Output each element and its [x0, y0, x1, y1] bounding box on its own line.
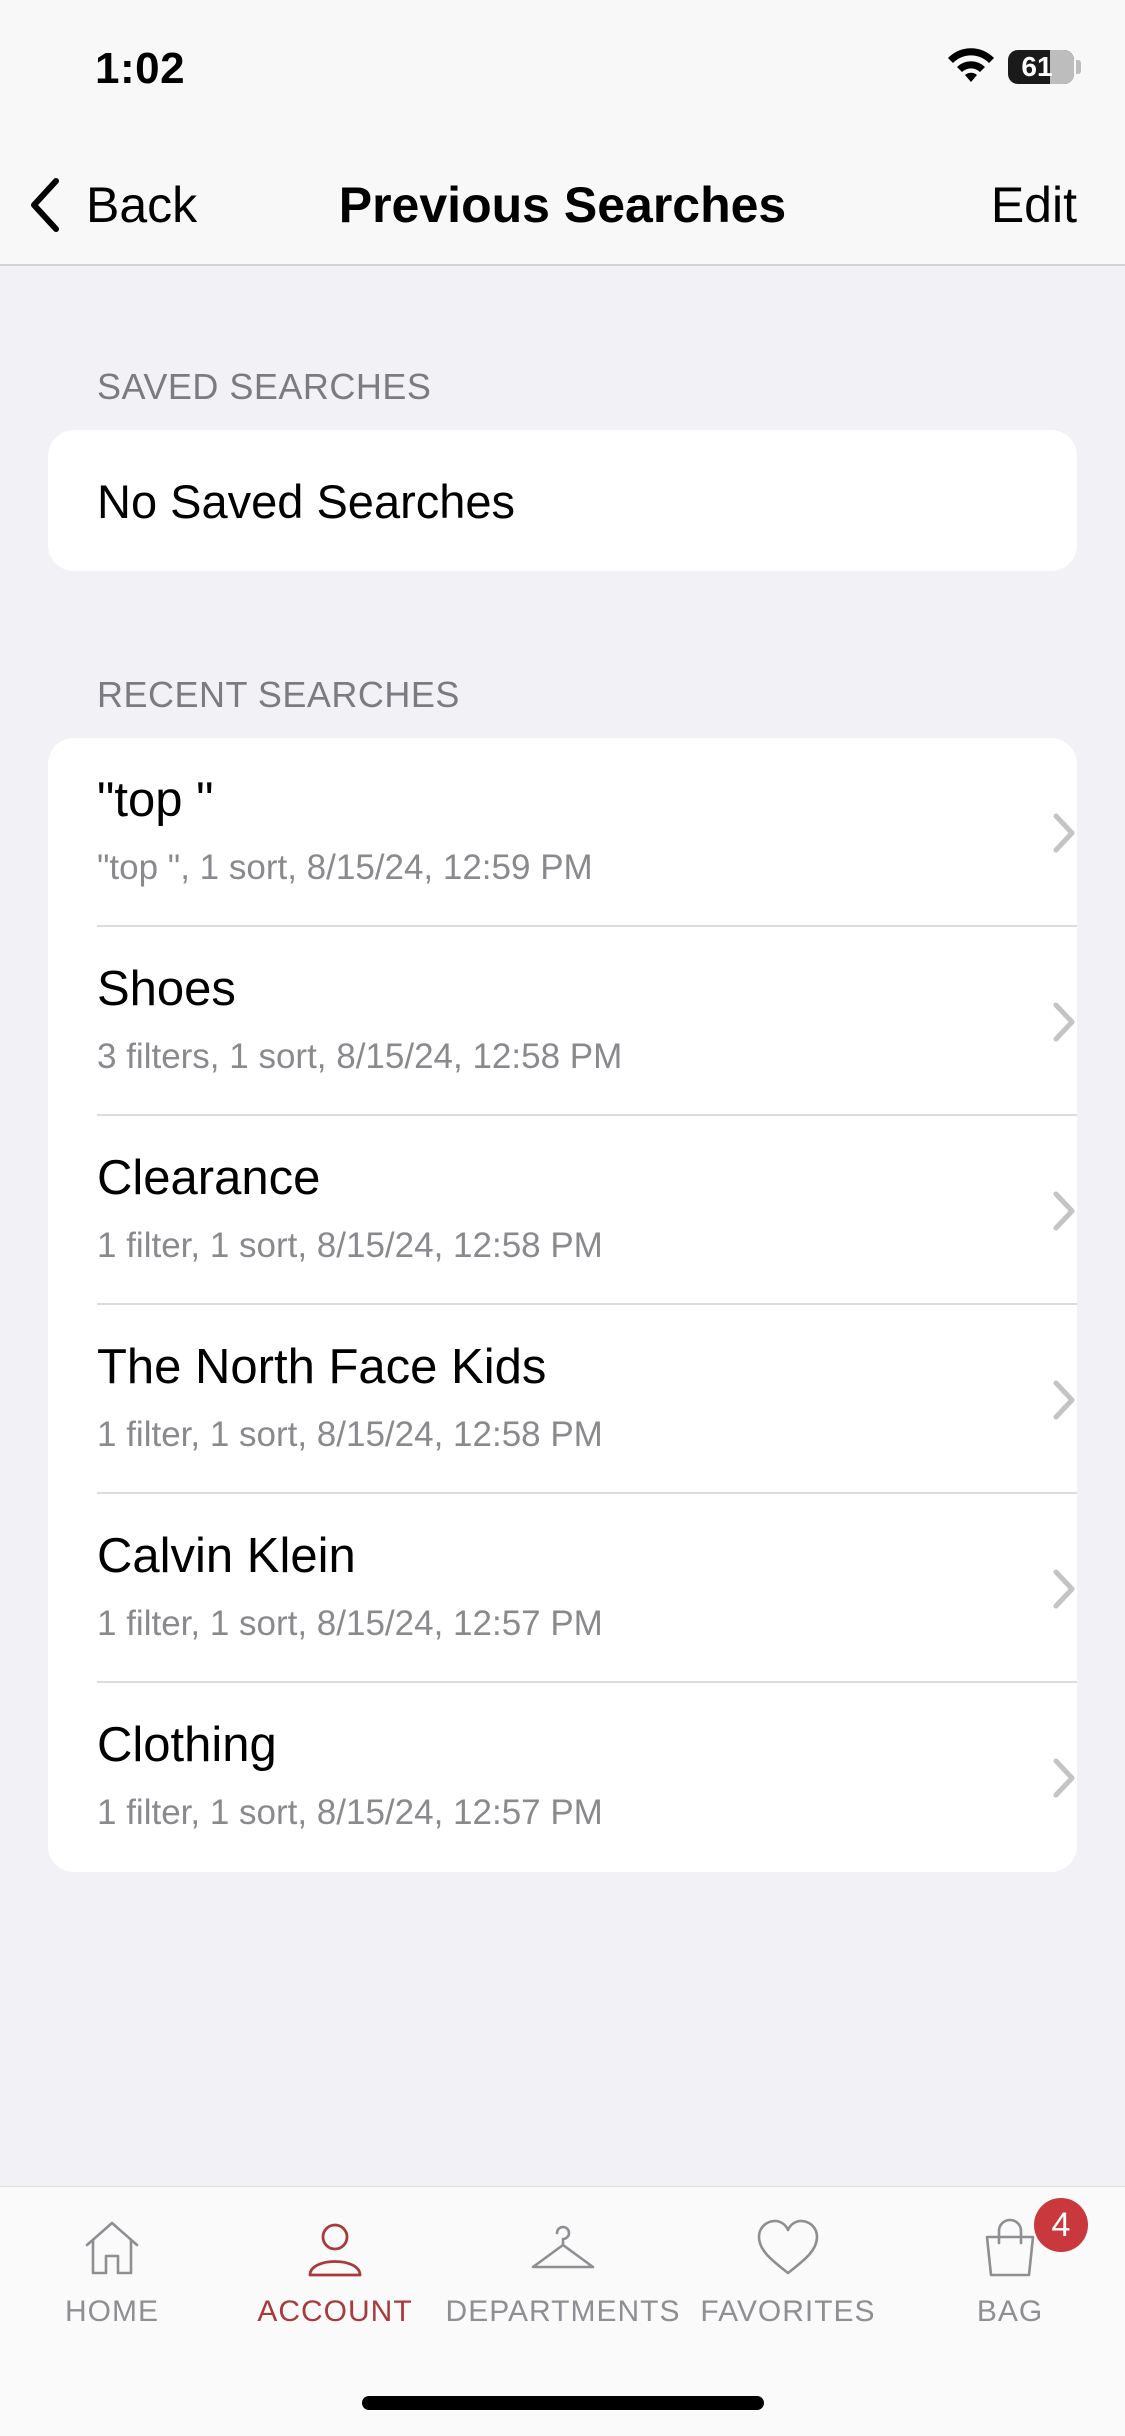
- recent-search-row[interactable]: Clearance 1 filter, 1 sort, 8/15/24, 12:…: [48, 1116, 1077, 1305]
- tab-favorites[interactable]: FAVORITES: [700, 2187, 876, 2357]
- tab-label: HOME: [65, 2295, 159, 2328]
- chevron-right-icon: [1053, 1380, 1075, 1420]
- tab-label: ACCOUNT: [257, 2295, 413, 2328]
- search-title: Calvin Klein: [97, 1529, 356, 1583]
- no-saved-searches-text: No Saved Searches: [97, 475, 516, 528]
- wifi-icon: [948, 48, 994, 82]
- search-details: 3 filters, 1 sort, 8/15/24, 12:58 PM: [97, 1037, 623, 1076]
- recent-search-row[interactable]: Clothing 1 filter, 1 sort, 8/15/24, 12:5…: [48, 1683, 1077, 1872]
- tab-label: DEPARTMENTS: [445, 2295, 681, 2328]
- tab-departments[interactable]: DEPARTMENTS: [446, 2187, 679, 2357]
- search-title: Shoes: [97, 962, 236, 1016]
- saved-searches-card: No Saved Searches: [48, 430, 1077, 571]
- recent-search-row[interactable]: Shoes 3 filters, 1 sort, 8/15/24, 12:58 …: [48, 927, 1077, 1116]
- chevron-right-icon: [1053, 1569, 1075, 1609]
- back-label: Back: [86, 177, 198, 233]
- chevron-right-icon: [1053, 1758, 1075, 1798]
- search-details: 1 filter, 1 sort, 8/15/24, 12:58 PM: [97, 1415, 603, 1454]
- search-title: Clothing: [97, 1718, 277, 1772]
- saved-searches-header: SAVED SEARCHES: [97, 366, 432, 407]
- recent-search-row[interactable]: "top " "top ", 1 sort, 8/15/24, 12:59 PM: [48, 738, 1077, 927]
- tab-label: FAVORITES: [700, 2295, 876, 2328]
- battery-icon: 61: [1008, 50, 1074, 84]
- tab-account[interactable]: ACCOUNT: [255, 2187, 415, 2357]
- recent-searches-list: "top " "top ", 1 sort, 8/15/24, 12:59 PM…: [48, 738, 1077, 1872]
- back-button[interactable]: Back: [26, 170, 197, 240]
- previous-searches-screen: 1:02 61 Back Previous Searches Edit SAVE…: [0, 0, 1125, 2436]
- tab-label: BAG: [976, 2295, 1044, 2328]
- search-details: 1 filter, 1 sort, 8/15/24, 12:57 PM: [97, 1793, 603, 1832]
- edit-button[interactable]: Edit: [991, 170, 1077, 240]
- chevron-right-icon: [1053, 1002, 1075, 1042]
- recent-searches-header: RECENT SEARCHES: [97, 674, 460, 715]
- search-title: Clearance: [97, 1151, 321, 1205]
- search-details: 1 filter, 1 sort, 8/15/24, 12:57 PM: [97, 1604, 603, 1643]
- hanger-icon: [531, 2225, 595, 2269]
- home-indicator: [362, 2396, 764, 2410]
- tab-home[interactable]: HOME: [52, 2187, 172, 2357]
- house-icon: [85, 2221, 139, 2275]
- navigation-bar: Back Previous Searches Edit: [0, 140, 1125, 266]
- search-details: 1 filter, 1 sort, 8/15/24, 12:58 PM: [97, 1226, 603, 1265]
- battery-tip: [1076, 60, 1081, 74]
- person-icon: [308, 2223, 362, 2277]
- battery-level: 61: [1021, 51, 1053, 82]
- recent-search-row[interactable]: Calvin Klein 1 filter, 1 sort, 8/15/24, …: [48, 1494, 1077, 1683]
- search-details: "top ", 1 sort, 8/15/24, 12:59 PM: [97, 848, 593, 887]
- search-title: "top ": [97, 773, 214, 827]
- chevron-left-icon: [31, 178, 59, 232]
- search-title: The North Face Kids: [97, 1340, 547, 1394]
- recent-search-row[interactable]: The North Face Kids 1 filter, 1 sort, 8/…: [48, 1305, 1077, 1494]
- chevron-right-icon: [1053, 1191, 1075, 1231]
- status-time: 1:02: [95, 44, 186, 93]
- bag-count-badge: 4: [1034, 2198, 1088, 2252]
- heart-icon: [757, 2219, 819, 2275]
- status-bar: 1:02 61: [0, 0, 1125, 140]
- chevron-right-icon: [1053, 813, 1075, 853]
